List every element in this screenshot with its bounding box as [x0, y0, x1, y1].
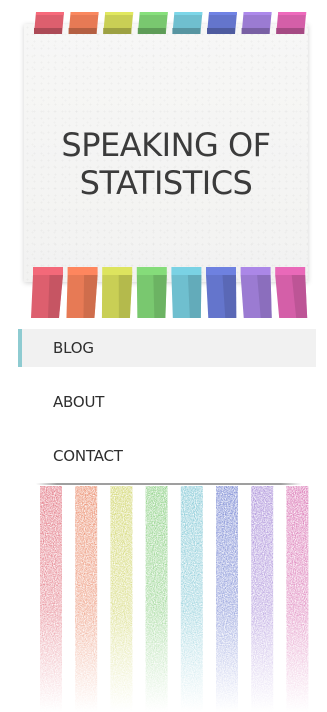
- nav-item-label: ABOUT: [53, 393, 105, 411]
- ribbon-bleed-8: [286, 486, 309, 712]
- ribbon-bleed-7: [251, 486, 274, 712]
- site-title-line-1: SPEAKING OF: [61, 126, 271, 164]
- site-title-line-2: STATISTICS: [79, 164, 253, 203]
- nav-item-label: CONTACT: [53, 447, 123, 465]
- ribbon-bleed-2: [75, 486, 98, 712]
- header-card: SPEAKING OF STATISTICS: [24, 24, 308, 282]
- ribbon-bleed-5: [180, 486, 203, 712]
- ribbon-top-shine-1: [36, 12, 64, 15]
- site-title[interactable]: SPEAKING OF STATISTICS: [24, 126, 308, 203]
- ribbon-top-shine-8: [278, 12, 307, 15]
- nav-divider: [36, 483, 302, 485]
- ribbon-top-shine-3: [105, 12, 134, 15]
- ribbon-top-shine-4: [139, 12, 168, 15]
- ribbon-top-shine-2: [70, 12, 99, 15]
- nav-item-contact[interactable]: CONTACT: [18, 437, 316, 475]
- ribbon-bleed-1: [40, 486, 62, 712]
- page: SPEAKING OF STATISTICS BLOG ABOUT CONTAC…: [0, 0, 327, 712]
- ribbon-top-shine-7: [243, 12, 272, 15]
- nav-item-about[interactable]: ABOUT: [18, 383, 316, 421]
- main-nav: BLOG ABOUT CONTACT: [0, 329, 327, 491]
- nav-item-blog[interactable]: BLOG: [18, 329, 316, 367]
- nav-item-label: BLOG: [53, 339, 94, 357]
- ribbon-top-shine-6: [209, 12, 237, 15]
- ribbon-bleed-3: [110, 486, 133, 712]
- ribbon-bleed-6: [216, 486, 238, 712]
- ribbon-bleed-4: [145, 486, 168, 712]
- ribbon-top-shine-5: [174, 12, 203, 15]
